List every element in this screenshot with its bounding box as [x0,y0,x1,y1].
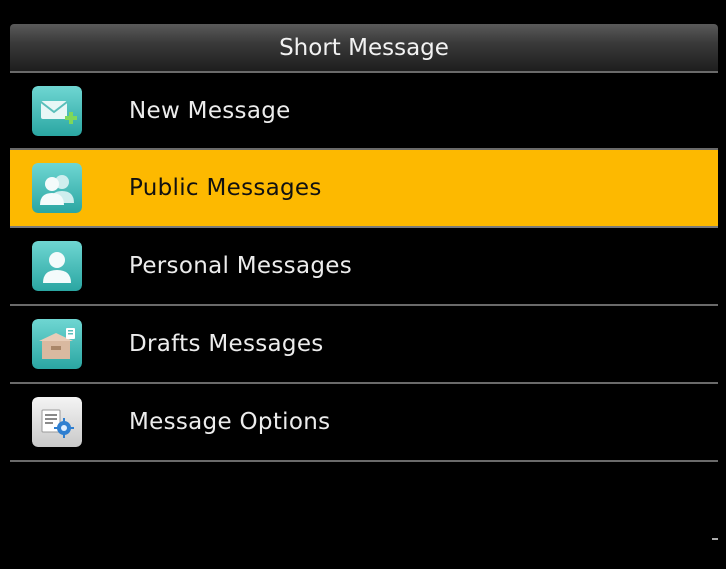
menu-item-label: Drafts Messages [129,331,324,357]
message-options-icon [32,397,82,447]
menu-item-drafts-messages[interactable]: Drafts Messages [10,306,718,384]
corner-mark [712,538,718,540]
drafts-messages-icon [32,319,82,369]
message-menu: New Message Public Messages Personal Mes… [10,71,718,462]
menu-item-label: Personal Messages [129,253,352,279]
menu-item-personal-messages[interactable]: Personal Messages [10,228,718,306]
menu-item-message-options[interactable]: Message Options [10,384,718,462]
menu-item-public-messages[interactable]: Public Messages [10,150,718,228]
menu-item-label: Public Messages [129,175,322,201]
personal-messages-icon [32,241,82,291]
menu-item-label: New Message [129,97,291,124]
title-bar: Short Message [10,24,718,71]
short-message-screen: Short Message New Message Public Message… [10,24,718,569]
menu-item-label: Message Options [129,409,331,435]
new-message-icon [32,85,82,136]
public-messages-icon [32,163,82,213]
menu-item-new-message[interactable]: New Message [10,71,718,150]
page-title: Short Message [279,34,449,61]
